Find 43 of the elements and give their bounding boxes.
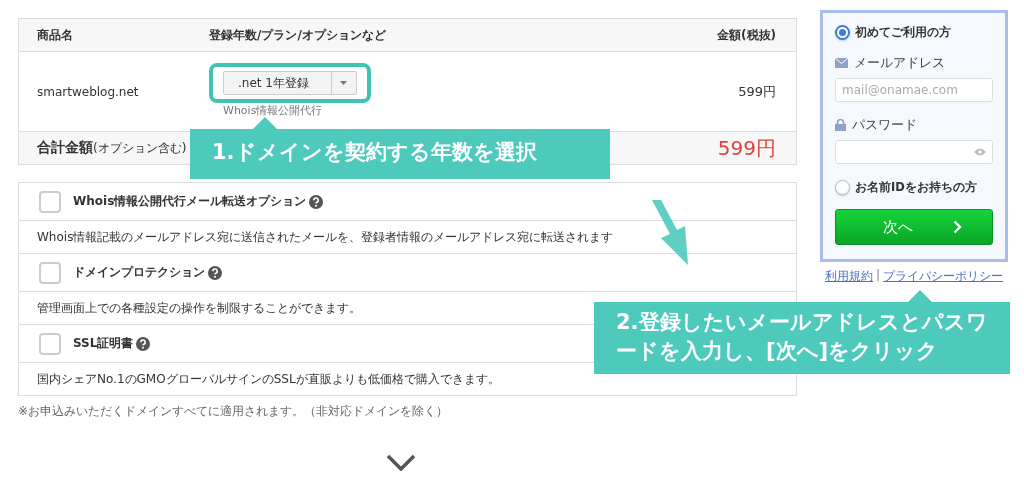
option-description: Whois情報記載のメールアドレス宛に送信されたメールを、登録者情報のメールアドレス宛に転送されます xyxy=(37,228,614,246)
help-icon[interactable] xyxy=(208,265,222,280)
lock-icon xyxy=(835,119,846,131)
total-label: 合計金額 xyxy=(37,139,93,157)
column-header: 金額(税抜) xyxy=(716,26,777,44)
plan-note: Whois情報公開代行 xyxy=(223,103,323,118)
footer-link[interactable]: 利用規約 xyxy=(824,268,873,285)
footnote: ※お申込みいただくドメインすべてに適用されます。（非対応ドメインを除く） xyxy=(18,403,450,420)
caret-icon xyxy=(340,81,348,85)
chevron-right-icon xyxy=(952,220,962,234)
link-separator: | xyxy=(875,268,880,284)
radio-label: 初めてご利用の方 xyxy=(855,25,951,40)
total-note: (オプション含む) xyxy=(93,141,187,157)
checkbox[interactable] xyxy=(39,261,61,284)
password-field[interactable] xyxy=(835,140,993,164)
option-title: ドメインプロテクション xyxy=(73,264,205,281)
field-label: メールアドレス xyxy=(854,54,945,72)
chevron-down-icon[interactable] xyxy=(385,454,416,471)
column-header: 商品名 xyxy=(36,26,74,44)
checkbox[interactable] xyxy=(39,332,61,355)
option-description: 管理画面上での各種設定の操作を制限することができます。 xyxy=(37,299,361,317)
product-name: smartweblog.net xyxy=(36,84,140,99)
checkbox[interactable] xyxy=(39,190,61,213)
option-description: 国内シェアNo.1のGMOグローバルサインのSSLが直販よりも低価格で購入できます。 xyxy=(37,370,500,388)
callout-pointer xyxy=(908,290,932,302)
help-icon[interactable] xyxy=(136,336,151,351)
price: 599円 xyxy=(737,82,777,101)
footer-link[interactable]: プライバシーポリシー xyxy=(883,268,1003,285)
plan-dropdown[interactable]: .net 1年登録 xyxy=(223,71,357,95)
callout-box: 2.登録したいメールアドレスとパスワードを入力し、[次へ]をクリック xyxy=(594,302,1010,374)
radio-button[interactable] xyxy=(835,25,850,40)
callout-pointer xyxy=(253,117,277,129)
eye-icon[interactable] xyxy=(974,148,986,156)
help-icon[interactable] xyxy=(309,194,324,209)
radio-button[interactable] xyxy=(835,180,850,195)
field-label: パスワード xyxy=(852,116,917,134)
radio-label: お名前IDをお持ちの方 xyxy=(855,180,977,195)
callout-box: 1.ドメインを契約する年数を選択 xyxy=(190,129,610,179)
option-title: SSL証明書 xyxy=(73,335,134,352)
option-title: Whois情報公開代行メール転送オプション xyxy=(73,193,307,210)
envelope-icon xyxy=(835,58,848,68)
column-header: 登録年数/プラン/オプションなど xyxy=(209,26,387,44)
total-price: 599円 xyxy=(716,134,777,162)
